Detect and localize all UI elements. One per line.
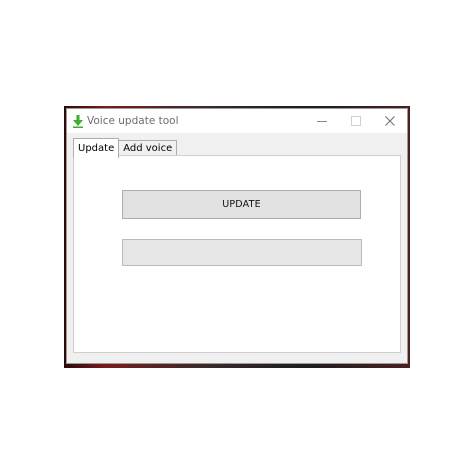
update-button[interactable]: UPDATE: [122, 190, 361, 219]
tab-update[interactable]: Update: [73, 138, 120, 158]
tab-strip: Update Add voice: [73, 137, 178, 158]
app-window: Voice update tool Update Add voice UPDAT…: [66, 108, 408, 364]
maximize-button[interactable]: [339, 109, 373, 133]
download-arrow-icon: [71, 113, 85, 129]
window-title: Voice update tool: [87, 115, 179, 127]
title-bar[interactable]: Voice update tool: [67, 109, 407, 133]
minimize-button[interactable]: [305, 109, 339, 133]
close-icon: [385, 116, 395, 126]
maximize-icon: [351, 116, 361, 126]
update-progress-bar: [122, 239, 362, 266]
screen: Voice update tool Update Add voice UPDAT…: [0, 0, 474, 474]
window-controls: [305, 109, 407, 133]
minimize-icon: [317, 121, 327, 122]
update-tab-panel: UPDATE: [73, 155, 401, 353]
close-button[interactable]: [373, 109, 407, 133]
